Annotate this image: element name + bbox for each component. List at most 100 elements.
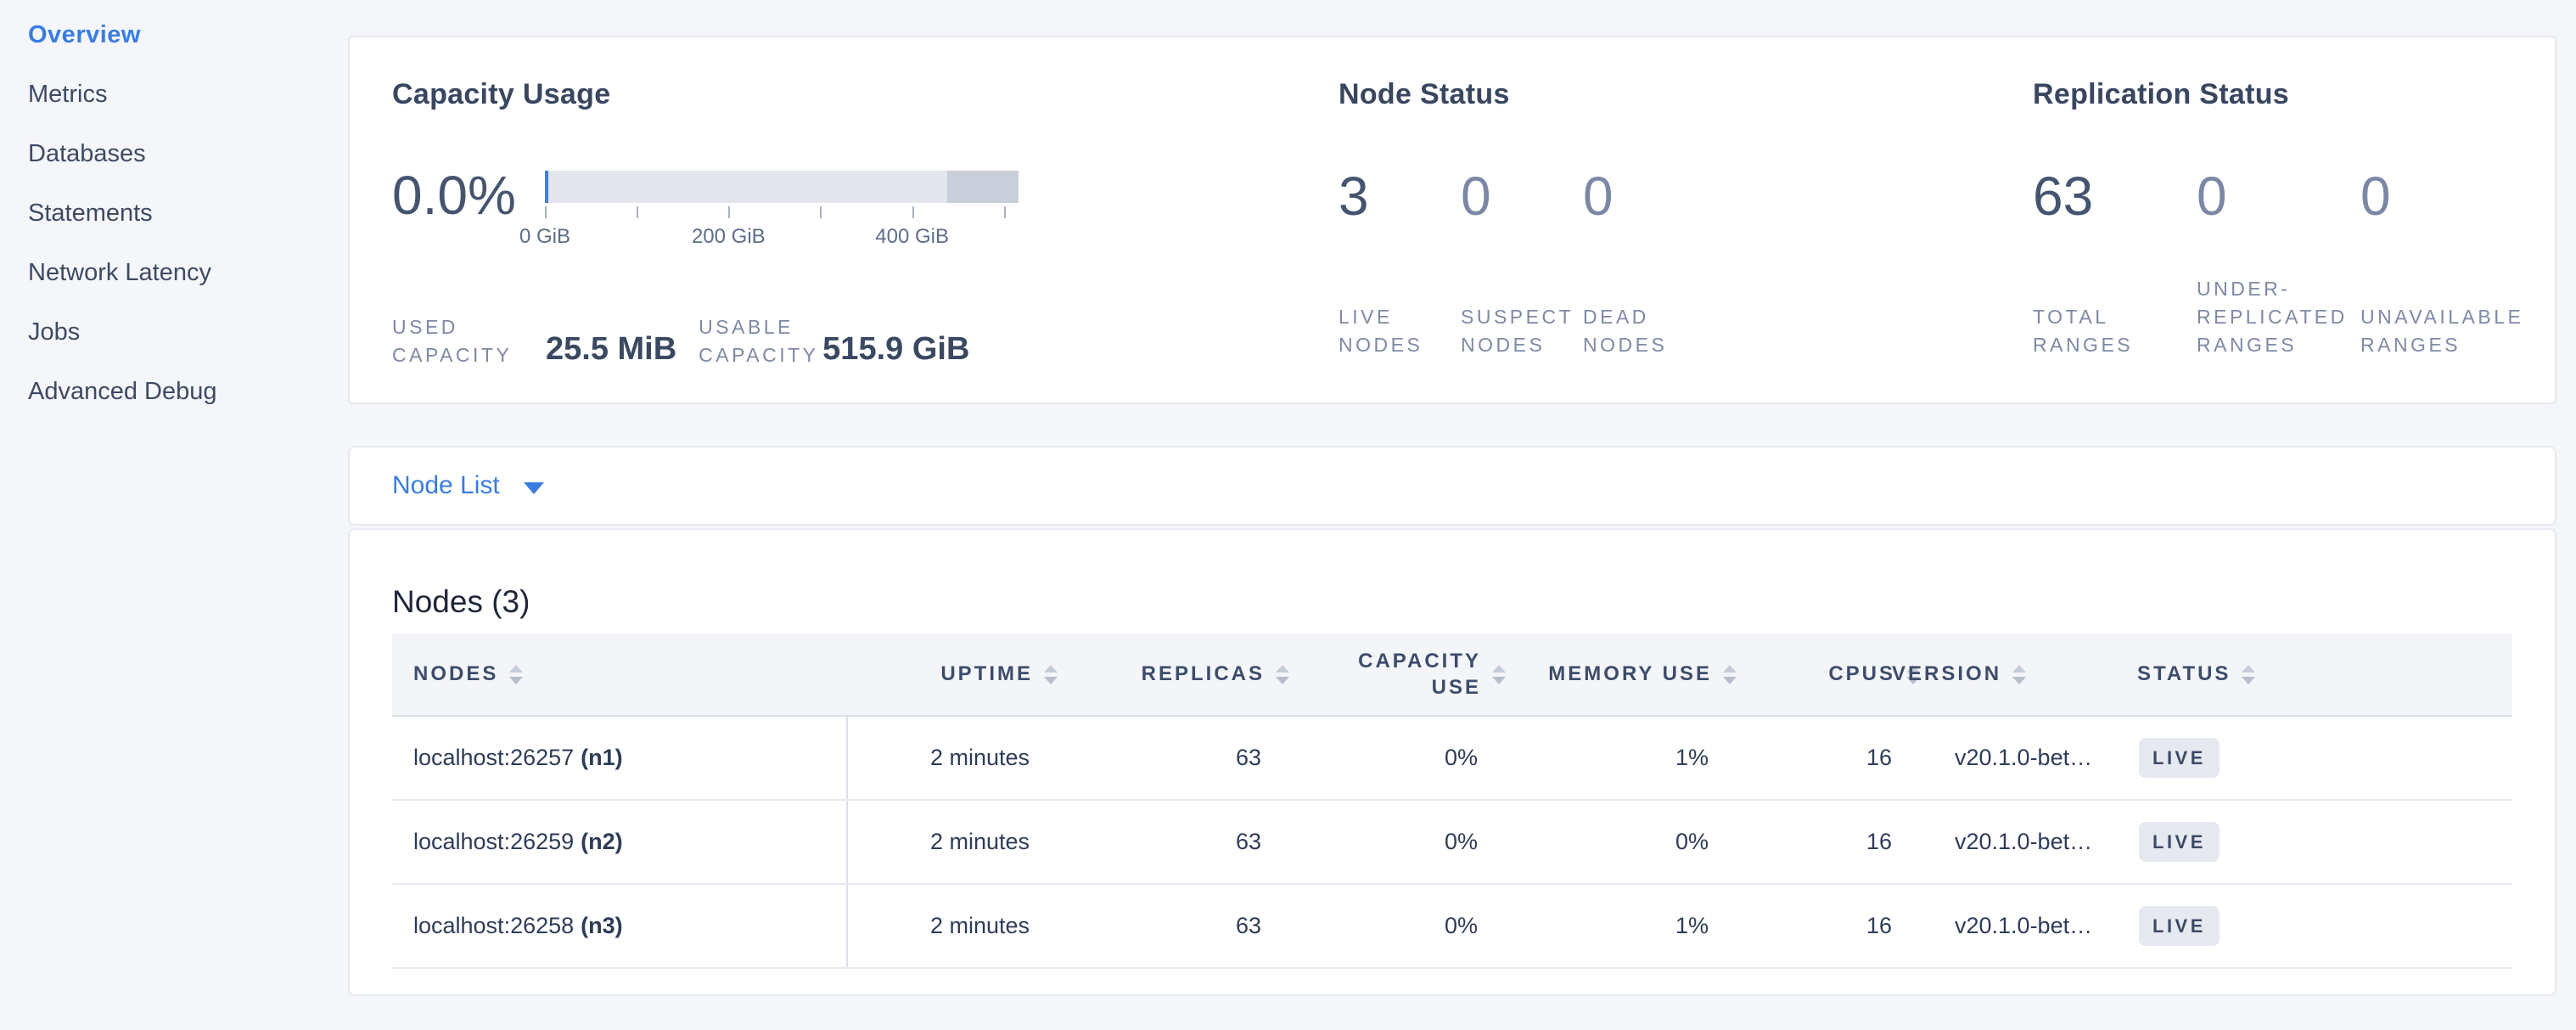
cell-cpus: 16 <box>1709 913 1892 939</box>
column-header-label: VERSION <box>1892 662 2001 686</box>
chevron-down-icon <box>524 482 544 494</box>
capacity-usage-group: Capacity Usage 0.0% 0 GiB200 GiB400 GiB … <box>392 78 1326 281</box>
nodes-table-title: Nodes (3) <box>392 584 2512 620</box>
column-header-replicas[interactable]: REPLICAS <box>1030 662 1261 686</box>
cell-capacity-use: 0% <box>1261 913 1478 939</box>
capacity-stats: USED CAPACITY 25.5 MiB USABLE CAPACITY 5… <box>392 313 969 369</box>
axis-tick <box>912 206 914 218</box>
column-header-status[interactable]: STATUS <box>2137 662 2512 686</box>
capacity-usage-title: Capacity Usage <box>392 78 1326 111</box>
column-header-label: STATUS <box>2137 662 2231 686</box>
sidebar-item-network-latency[interactable]: Network Latency <box>0 255 348 314</box>
capacity-gauge: 0 GiB200 GiB400 GiB <box>545 171 1054 281</box>
sidebar-item-metrics[interactable]: Metrics <box>0 76 348 136</box>
table-row[interactable]: localhost:26259(n2)2 minutes630%0%16v20.… <box>392 801 2512 885</box>
column-header-uptime[interactable]: UPTIME <box>848 662 1030 686</box>
used-capacity-value: 25.5 MiB <box>546 330 676 368</box>
capacity-gauge-used-marker <box>545 171 548 203</box>
stat-suspect-nodes: 0SUSPECT NODES <box>1461 164 1583 359</box>
axis-tick <box>637 206 638 218</box>
axis-tick <box>820 206 822 218</box>
cell-capacity-use: 0% <box>1261 745 1478 771</box>
cell-node-address: localhost:26258(n3) <box>392 885 848 967</box>
cell-capacity-use: 0% <box>1261 829 1478 855</box>
nodes-table-header: NODESUPTIMEREPLICASCAPACITY USEMEMORY US… <box>392 633 2512 717</box>
stat-value: 0 <box>2197 164 2360 228</box>
sidebar-item-databases[interactable]: Databases <box>0 136 348 195</box>
axis-tick <box>1004 206 1006 218</box>
stat-value: 63 <box>2033 164 2197 228</box>
node-list-selector-card: Node List <box>348 446 2556 526</box>
stat-total-ranges: 63TOTAL RANGES <box>2033 164 2197 359</box>
replication-stats: 63TOTAL RANGES0UNDER-REPLICATED RANGES0U… <box>2033 164 2524 359</box>
stat-live-nodes: 3LIVE NODES <box>1339 164 1461 359</box>
stat-under-replicated-ranges: 0UNDER-REPLICATED RANGES <box>2197 164 2360 359</box>
sidebar-item-overview[interactable]: Overview <box>0 17 348 76</box>
axis-tick <box>545 206 547 218</box>
column-header-label: REPLICAS <box>1142 662 1265 686</box>
used-capacity-label: USED CAPACITY <box>392 313 546 369</box>
capacity-used-percent: 0.0% <box>392 162 545 281</box>
table-row[interactable]: localhost:26258(n3)2 minutes630%1%16v20.… <box>392 885 2512 969</box>
cell-node-address: localhost:26257 (n1) <box>392 717 848 799</box>
cell-version: v20.1.0-bet… <box>1892 829 2137 855</box>
sidebar-item-advanced-debug[interactable]: Advanced Debug <box>0 374 348 433</box>
axis-tick-label: 0 GiB <box>477 225 613 249</box>
stat-label: UNAVAILABLE RANGES <box>2360 228 2524 359</box>
stat-label: LIVE NODES <box>1339 228 1461 359</box>
column-header-nodes[interactable]: NODES <box>392 662 848 686</box>
table-row[interactable]: localhost:26257(n1)2 minutes630%1%16v20.… <box>392 717 2512 801</box>
column-header-memory-use[interactable]: MEMORY USE <box>1478 662 1709 686</box>
column-header-label: MEMORY USE <box>1548 662 1712 686</box>
sort-icon <box>2012 665 2026 684</box>
cell-replicas: 63 <box>1030 829 1261 855</box>
column-header-cpus[interactable]: CPUS <box>1709 662 1892 686</box>
stat-value: 0 <box>1461 164 1583 228</box>
cell-replicas: 63 <box>1030 913 1261 939</box>
cell-memory-use: 1% <box>1478 913 1709 939</box>
capacity-gauge-row: 0.0% 0 GiB200 GiB400 GiB <box>392 162 1326 281</box>
cell-node-address: localhost:26259(n2) <box>392 801 848 883</box>
usable-capacity-label: USABLE CAPACITY <box>699 313 822 369</box>
cluster-summary-card: Capacity Usage 0.0% 0 GiB200 GiB400 GiB … <box>348 36 2556 404</box>
cell-version: v20.1.0-bet… <box>1892 745 2137 771</box>
cell-replicas: 63 <box>1030 745 1261 771</box>
sort-icon <box>2242 665 2255 684</box>
stat-label: UNDER-REPLICATED RANGES <box>2197 228 2360 359</box>
stat-dead-nodes: 0DEAD NODES <box>1583 164 1705 359</box>
usable-capacity-value: 515.9 GiB <box>822 330 969 368</box>
column-header-version[interactable]: VERSION <box>1892 662 2137 686</box>
node-status-title: Node Status <box>1339 78 1705 111</box>
stat-label: DEAD NODES <box>1583 228 1705 359</box>
stat-unavailable-ranges: 0UNAVAILABLE RANGES <box>2360 164 2524 359</box>
cell-uptime: 2 minutes <box>848 745 1030 771</box>
nodes-table-card: Nodes (3) NODESUPTIMEREPLICASCAPACITY US… <box>348 528 2556 996</box>
replication-status-group: Replication Status 63TOTAL RANGES0UNDER-… <box>2033 78 2524 359</box>
cell-memory-use: 1% <box>1478 745 1709 771</box>
sidebar-item-jobs[interactable]: Jobs <box>0 314 348 374</box>
sidebar-item-statements[interactable]: Statements <box>0 195 348 255</box>
node-status-stats: 3LIVE NODES0SUSPECT NODES0DEAD NODES <box>1339 164 1705 359</box>
node-id: (n3) <box>581 913 623 939</box>
status-badge: LIVE <box>2139 822 2220 862</box>
node-address: localhost:26259 <box>413 829 574 855</box>
axis-tick-label: 200 GiB <box>660 225 796 249</box>
cell-status: LIVE <box>2137 738 2512 778</box>
status-badge: LIVE <box>2139 906 2220 946</box>
axis-tick <box>728 206 730 218</box>
stat-label: SUSPECT NODES <box>1461 228 1583 359</box>
node-address: localhost:26257 <box>413 745 574 771</box>
nodes-table-body: localhost:26257(n1)2 minutes630%1%16v20.… <box>392 717 2512 969</box>
main-content: Capacity Usage 0.0% 0 GiB200 GiB400 GiB … <box>348 0 2576 1030</box>
column-header-label: NODES <box>413 662 498 686</box>
node-id: (n1) <box>581 745 623 771</box>
node-list-dropdown-label: Node List <box>392 471 500 500</box>
column-header-capacity-use[interactable]: CAPACITY USE <box>1261 648 1478 701</box>
cell-uptime: 2 minutes <box>848 913 1030 939</box>
cell-cpus: 16 <box>1709 829 1892 855</box>
capacity-gauge-track <box>545 171 1019 203</box>
stat-value: 0 <box>1583 164 1705 228</box>
nodes-table: NODESUPTIMEREPLICASCAPACITY USEMEMORY US… <box>392 633 2512 969</box>
node-list-dropdown[interactable]: Node List <box>392 471 544 500</box>
column-header-label: CPUS <box>1828 662 1895 686</box>
